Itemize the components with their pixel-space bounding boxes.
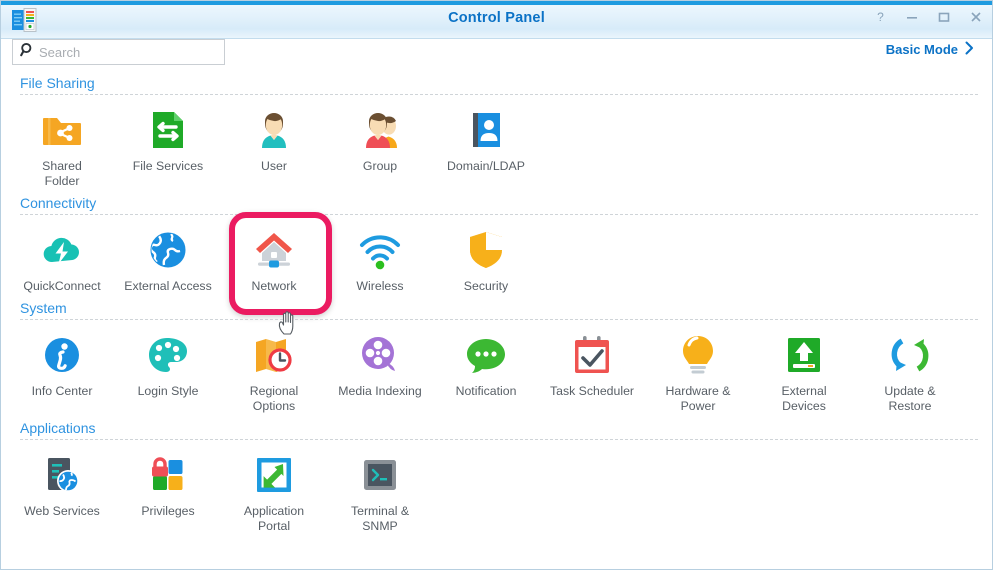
terminal-icon: [356, 451, 404, 499]
maximize-button[interactable]: [936, 9, 952, 25]
tile-wireless[interactable]: Wireless: [327, 224, 433, 294]
help-button[interactable]: ?: [872, 9, 888, 25]
toolbar: Basic Mode: [1, 39, 992, 69]
tile-media-indexing[interactable]: Media Indexing: [327, 329, 433, 414]
tile-label: Application Portal: [243, 504, 305, 533]
info-circle-icon: [38, 331, 86, 379]
window-controls: ?: [872, 9, 984, 25]
minimize-button[interactable]: [904, 9, 920, 25]
file-services-icon: [144, 106, 192, 154]
section-items: Shared Folder File Services User Group D…: [1, 95, 992, 189]
section-title: Connectivity: [20, 195, 97, 211]
tile-label: Notification: [455, 384, 517, 398]
tile-label: Shared Folder: [42, 159, 82, 188]
tile-label: Hardware & Power: [665, 384, 731, 413]
globe-icon: [144, 226, 192, 274]
tile-regional-options[interactable]: Regional Options: [221, 329, 327, 414]
lock-squares-icon: [144, 451, 192, 499]
tile-label: File Services: [132, 159, 204, 173]
tile-label: Task Scheduler: [549, 384, 635, 398]
palette-icon: [144, 331, 192, 379]
tile-label: Regional Options: [249, 384, 299, 413]
tile-privileges[interactable]: Privileges: [115, 449, 221, 534]
shared-folder-icon: [38, 106, 86, 154]
basic-mode-label: Basic Mode: [885, 42, 958, 57]
title-bar: Control Panel ?: [1, 1, 992, 39]
lightbulb-icon: [674, 331, 722, 379]
calendar-check-icon: [568, 331, 616, 379]
tile-info-center[interactable]: Info Center: [9, 329, 115, 414]
section-file-sharing: File Sharing Shared Folder File Services…: [1, 69, 992, 189]
tile-external-devices[interactable]: External Devices: [751, 329, 857, 414]
tile-label: User: [261, 159, 287, 173]
tile-label: Security: [463, 279, 509, 293]
tile-label: Domain/LDAP: [447, 159, 525, 173]
tile-network[interactable]: Network: [221, 212, 332, 315]
tile-security[interactable]: Security: [433, 224, 539, 294]
tile-file-services[interactable]: File Services: [115, 104, 221, 189]
server-globe-icon: [38, 451, 86, 499]
network-house-icon: [250, 226, 298, 274]
tile-label: External Access: [124, 279, 212, 293]
quickconnect-cloud-icon: [38, 226, 86, 274]
tile-label: Privileges: [141, 504, 195, 518]
tile-label: Group: [362, 159, 398, 173]
section-title: Applications: [20, 420, 96, 436]
tile-quickconnect[interactable]: QuickConnect: [9, 224, 115, 294]
tile-hardware-power[interactable]: Hardware & Power: [645, 329, 751, 414]
portal-arrow-icon: [250, 451, 298, 499]
tile-label: Web Services: [24, 504, 100, 518]
domain-ldap-icon: [462, 106, 510, 154]
group-icon: [356, 106, 404, 154]
tile-label: Login Style: [137, 384, 199, 398]
tile-task-scheduler[interactable]: Task Scheduler: [539, 329, 645, 414]
tile-label: QuickConnect: [23, 279, 101, 293]
tile-label: Terminal & SNMP: [350, 504, 410, 533]
tile-label: Wireless: [356, 279, 404, 293]
tile-application-portal[interactable]: Application Portal: [221, 449, 327, 534]
tile-update-restore[interactable]: Update & Restore: [857, 329, 963, 414]
search-box[interactable]: [12, 39, 225, 65]
map-clock-icon: [250, 331, 298, 379]
user-icon: [250, 106, 298, 154]
section-items: QuickConnect External Access Network Wir…: [1, 212, 992, 315]
control-panel-window: Control Panel ? Search Basic Mode File S…: [0, 0, 993, 570]
basic-mode-link[interactable]: Basic Mode: [886, 41, 974, 58]
svg-text:?: ?: [877, 10, 884, 24]
section-items: Web Services Privileges Application Port…: [1, 440, 992, 534]
tile-label: Info Center: [31, 384, 93, 398]
tile-label: External Devices: [781, 384, 827, 413]
search-input[interactable]: [39, 41, 224, 63]
close-button[interactable]: [968, 9, 984, 25]
tile-label: Media Indexing: [338, 384, 422, 398]
external-drive-icon: [780, 331, 828, 379]
tile-label: Update & Restore: [884, 384, 936, 413]
tile-group[interactable]: Group: [327, 104, 433, 189]
tile-notification[interactable]: Notification: [433, 329, 539, 414]
tile-terminal-snmp[interactable]: Terminal & SNMP: [327, 449, 433, 534]
tile-login-style[interactable]: Login Style: [115, 329, 221, 414]
tile-label: Network: [251, 279, 297, 293]
wifi-icon: [356, 226, 404, 274]
page-title: Control Panel: [448, 10, 545, 26]
section-connectivity: Connectivity QuickConnect External Acces…: [1, 189, 992, 315]
section-items: Info Center Login Style Regional Options…: [1, 320, 992, 414]
section-applications: Applications Web Services Privileges App…: [1, 414, 992, 534]
control-panel-content: File Sharing Shared Folder File Services…: [1, 69, 992, 569]
speech-bubble-icon: [462, 331, 510, 379]
tile-shared-folder[interactable]: Shared Folder: [9, 104, 115, 189]
tile-domain-ldap[interactable]: Domain/LDAP: [433, 104, 539, 189]
tile-web-services[interactable]: Web Services: [9, 449, 115, 534]
section-title: File Sharing: [20, 75, 95, 91]
search-icon: [20, 42, 35, 62]
chevron-right-icon: [965, 41, 974, 58]
section-system: System Info Center Login Style Regional …: [1, 294, 992, 414]
tile-user[interactable]: User: [221, 104, 327, 189]
shield-icon: [462, 226, 510, 274]
section-title: System: [20, 300, 67, 316]
film-reel-icon: [356, 331, 404, 379]
tile-external-access[interactable]: External Access: [115, 224, 221, 294]
refresh-arrows-icon: [886, 331, 934, 379]
